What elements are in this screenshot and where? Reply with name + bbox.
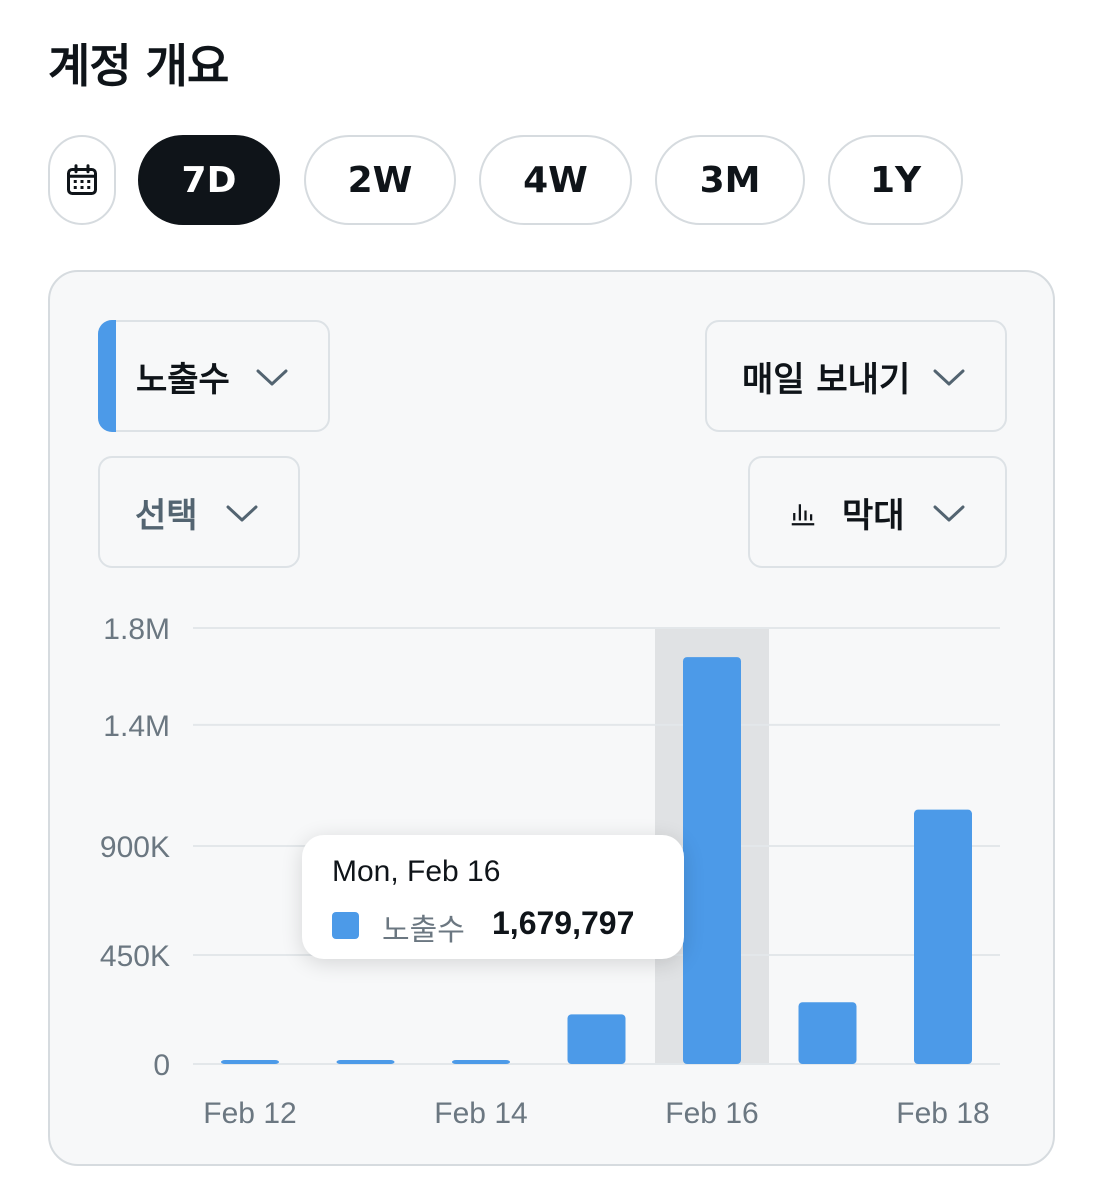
impressions-bar-chart: 0 450K 900K 1.4M 1.8M Feb 12 Feb 14 Feb 16 Feb 1… [100, 613, 1000, 1130]
x-tick-label: Feb 18 [896, 1097, 989, 1130]
y-tick-label: 900K [100, 831, 170, 864]
bar [683, 657, 741, 1064]
tooltip-value: 1,679,797 [492, 905, 635, 941]
bar [567, 1014, 626, 1064]
bar [798, 1002, 857, 1064]
tooltip-date: Mon, Feb 16 [332, 855, 501, 888]
y-tick-label: 450K [100, 940, 170, 973]
bar [914, 809, 972, 1064]
y-tick-label: 1.4M [103, 710, 170, 743]
bar [452, 1060, 510, 1064]
x-tick-label: Feb 12 [203, 1097, 296, 1130]
bar [221, 1060, 279, 1064]
y-tick-label: 0 [153, 1049, 170, 1082]
chart-tooltip: Mon, Feb 16 노출수 1,679,797 [302, 835, 684, 959]
x-tick-label: Feb 16 [665, 1097, 758, 1130]
y-tick-label: 1.8M [103, 613, 170, 646]
tooltip-series-name: 노출수 [382, 913, 465, 948]
bar [336, 1060, 395, 1064]
tooltip-series-swatch [332, 912, 359, 939]
x-tick-label: Feb 14 [434, 1097, 527, 1130]
